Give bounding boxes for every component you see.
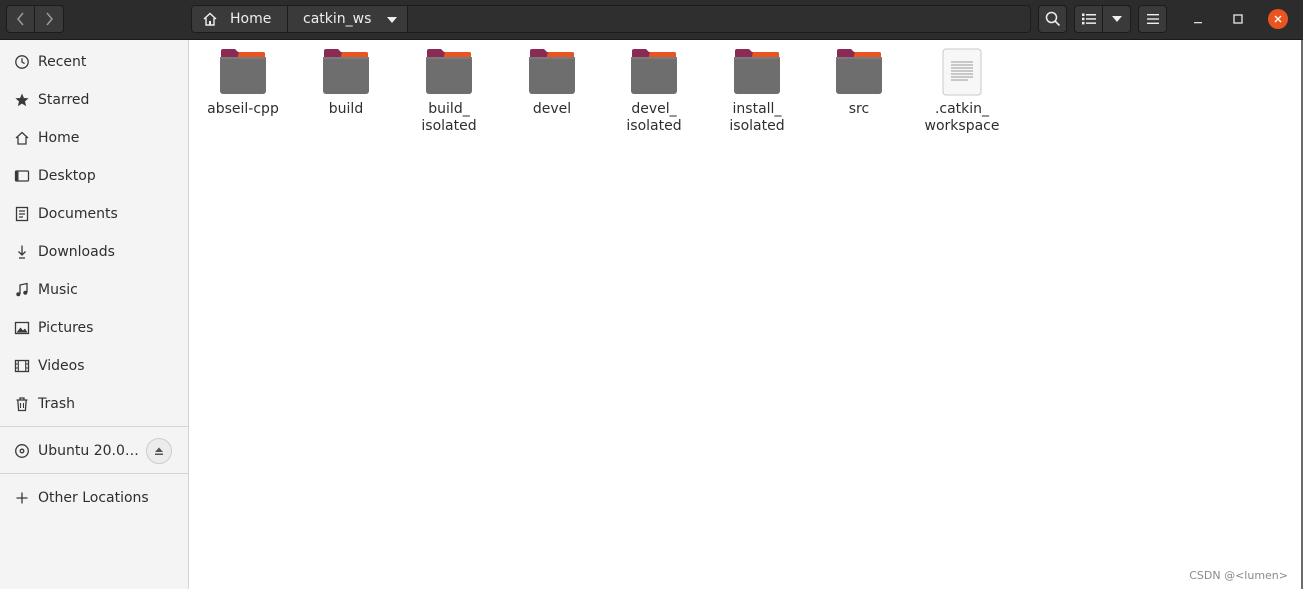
sidebar-item-label: Documents xyxy=(38,206,118,222)
list-view-icon xyxy=(1081,13,1096,25)
folder-icon xyxy=(836,49,882,94)
sidebar-item-starred[interactable]: Starred xyxy=(0,82,188,118)
sidebar-item-videos[interactable]: Videos xyxy=(0,348,188,384)
header-bar: Home catkin_ws xyxy=(0,0,1303,40)
breadcrumb-current-label: catkin_ws xyxy=(303,11,372,27)
sidebar-item-label: Desktop xyxy=(38,168,96,184)
home-icon xyxy=(14,130,30,146)
file-grid: abseil-cpp build build_ isolated devel d… xyxy=(189,40,1303,589)
hamburger-menu-icon xyxy=(1146,14,1159,24)
view-mode-button[interactable] xyxy=(1074,5,1103,33)
chevron-down-icon xyxy=(1111,16,1122,22)
folder-item[interactable]: devel xyxy=(504,48,600,118)
sidebar-item-label: Videos xyxy=(38,358,85,374)
sidebar-item-home[interactable]: Home xyxy=(0,120,188,156)
sidebar-item-label: Recent xyxy=(38,54,87,70)
sidebar-item-pictures[interactable]: Pictures xyxy=(0,310,188,346)
folder-icon xyxy=(631,49,677,94)
folder-icon xyxy=(426,49,472,94)
video-icon xyxy=(14,358,30,374)
breadcrumb-home-label: Home xyxy=(230,11,272,27)
star-icon xyxy=(14,92,30,108)
sidebar-separator xyxy=(0,473,188,474)
maximize-icon xyxy=(1233,14,1243,24)
folder-item[interactable]: src xyxy=(811,48,907,118)
folder-icon xyxy=(734,49,780,94)
sidebar-item-label: Downloads xyxy=(38,244,115,260)
close-button[interactable] xyxy=(1268,9,1288,29)
folder-icon xyxy=(220,49,266,94)
watermark: CSDN @<lumen> xyxy=(1189,569,1288,582)
sidebar-item-desktop[interactable]: Desktop xyxy=(0,158,188,194)
file-name: src xyxy=(848,101,870,117)
breadcrumb-current[interactable]: catkin_ws xyxy=(288,6,408,32)
sidebar-item-label: Home xyxy=(38,130,80,146)
view-options-dropdown[interactable] xyxy=(1103,5,1131,33)
sidebar-item-label: Music xyxy=(38,282,78,298)
search-icon xyxy=(1045,11,1060,27)
eject-icon xyxy=(155,447,163,455)
chevron-down-icon xyxy=(387,17,397,23)
text-file-icon xyxy=(942,48,982,96)
minimize-button[interactable] xyxy=(1188,9,1208,29)
folder-item[interactable]: devel_ isolated xyxy=(606,48,702,135)
home-icon xyxy=(203,12,217,26)
clock-icon xyxy=(14,54,30,70)
folder-icon xyxy=(529,49,575,94)
sidebar-item-music[interactable]: Music xyxy=(0,272,188,308)
folder-item[interactable]: abseil-cpp xyxy=(195,48,291,118)
folder-item[interactable]: build_ isolated xyxy=(401,48,497,135)
file-name: devel xyxy=(532,101,572,117)
file-name: abseil-cpp xyxy=(207,101,279,117)
file-name: devel_ isolated xyxy=(626,101,682,134)
file-item[interactable]: .catkin_ workspace xyxy=(914,48,1010,135)
picture-icon xyxy=(14,320,30,336)
search-button[interactable] xyxy=(1038,5,1067,33)
path-bar: Home catkin_ws xyxy=(191,5,1031,33)
sidebar-item-label: Starred xyxy=(38,92,90,108)
disc-icon xyxy=(14,443,30,459)
eject-button[interactable] xyxy=(146,438,172,464)
music-icon xyxy=(14,282,30,298)
sidebar-item-documents[interactable]: Documents xyxy=(0,196,188,232)
sidebar-item-downloads[interactable]: Downloads xyxy=(0,234,188,270)
sidebar-separator xyxy=(0,426,188,427)
forward-button[interactable] xyxy=(35,5,64,33)
sidebar-item-other-locations[interactable]: Other Locations xyxy=(0,480,188,516)
breadcrumb-home[interactable]: Home xyxy=(192,6,288,32)
trash-icon xyxy=(14,396,30,412)
sidebar: Recent Starred Home Desktop Documents Do… xyxy=(0,40,189,589)
file-name: .catkin_ workspace xyxy=(924,101,1000,134)
chevron-left-icon xyxy=(16,12,24,26)
plus-icon xyxy=(14,490,30,506)
folder-item[interactable]: build xyxy=(298,48,394,118)
file-name: build xyxy=(328,101,364,117)
document-icon xyxy=(14,206,30,222)
close-icon xyxy=(1274,15,1282,23)
file-name: install_ isolated xyxy=(729,101,785,134)
minimize-icon xyxy=(1194,22,1202,24)
folder-icon xyxy=(323,49,369,94)
sidebar-item-label: Ubuntu 20.0… xyxy=(38,443,139,459)
download-icon xyxy=(14,244,30,260)
maximize-button[interactable] xyxy=(1228,9,1248,29)
sidebar-item-trash[interactable]: Trash xyxy=(0,386,188,422)
sidebar-item-recent[interactable]: Recent xyxy=(0,44,188,80)
desktop-icon xyxy=(14,168,30,184)
file-name: build_ isolated xyxy=(421,101,477,134)
menu-button[interactable] xyxy=(1138,5,1167,33)
sidebar-item-label: Other Locations xyxy=(38,490,149,506)
chevron-right-icon xyxy=(46,12,53,26)
folder-item[interactable]: install_ isolated xyxy=(709,48,805,135)
back-button[interactable] xyxy=(6,5,35,33)
sidebar-item-label: Trash xyxy=(38,396,75,412)
sidebar-item-label: Pictures xyxy=(38,320,94,336)
